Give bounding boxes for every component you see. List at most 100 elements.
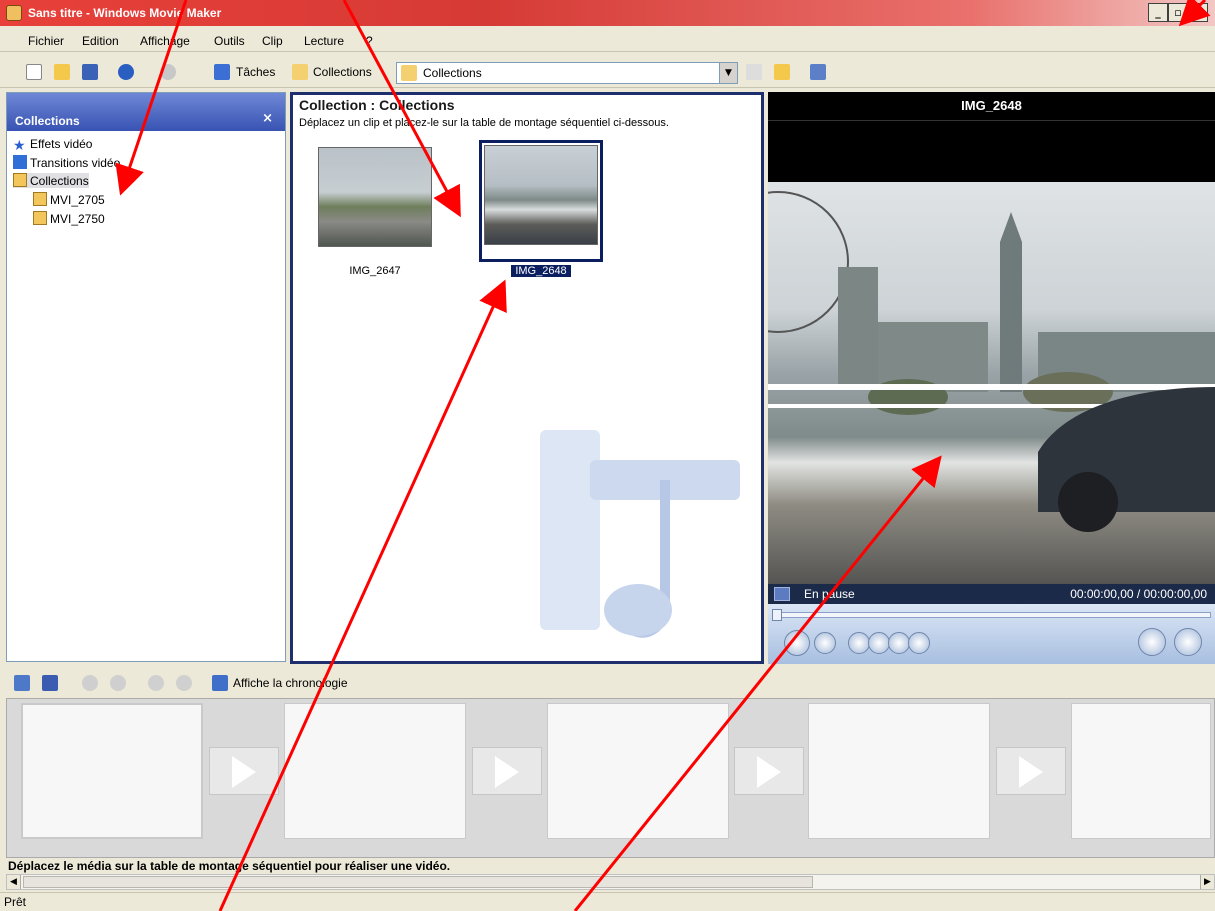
menu-clip[interactable]: Clip xyxy=(262,34,283,48)
transition-slot[interactable] xyxy=(209,747,279,795)
menu-lecture[interactable]: Lecture xyxy=(304,34,344,48)
seek-handle[interactable] xyxy=(772,609,782,621)
storyboard-slot[interactable] xyxy=(284,703,466,839)
scroll-left-icon[interactable]: ◀ xyxy=(7,875,21,889)
title-bar[interactable]: Sans titre - Windows Movie Maker _ ▫ × xyxy=(0,0,1215,26)
up-level-icon[interactable] xyxy=(746,64,762,80)
tree-item-mvi-2750[interactable]: MVI_2750 xyxy=(33,211,105,226)
menu-help[interactable]: ? xyxy=(366,34,373,48)
save-icon[interactable] xyxy=(82,64,98,80)
collections-panel: Collections × ★ Effets vidéo Transitions … xyxy=(6,92,286,662)
close-button[interactable]: × xyxy=(1188,3,1208,22)
rewind-storyboard-icon[interactable] xyxy=(148,675,164,691)
split-screen-icon[interactable] xyxy=(774,587,790,601)
scroll-thumb[interactable] xyxy=(23,876,813,888)
collections-panel-header: Collections × xyxy=(7,93,285,131)
collection-icon xyxy=(13,173,27,187)
collections-combo[interactable]: Collections ▼ xyxy=(396,62,738,84)
star-icon: ★ xyxy=(13,137,26,153)
menu-outils[interactable]: Outils xyxy=(214,34,245,48)
clip-label-selected: IMG_2648 xyxy=(511,265,571,277)
menu-fichier[interactable]: Fichier xyxy=(28,34,64,48)
rewind-icon[interactable] xyxy=(868,632,890,654)
restore-button[interactable]: ▫ xyxy=(1168,3,1188,22)
playback-controls xyxy=(768,604,1215,664)
window-title: Sans titre - Windows Movie Maker xyxy=(28,6,222,20)
playback-time: 00:00:00,00 / 00:00:00,00 xyxy=(1070,587,1207,601)
menu-edition[interactable]: Edition xyxy=(82,34,119,48)
tree-item-label: Transitions vidéo xyxy=(30,156,121,170)
preview-title: IMG_2648 xyxy=(961,98,1022,113)
clip-label: IMG_2647 xyxy=(349,265,401,277)
status-bar: Prêt xyxy=(0,892,1215,911)
fast-forward-icon[interactable] xyxy=(888,632,910,654)
tree-item-label: Collections xyxy=(30,174,89,188)
collections-folder-icon[interactable] xyxy=(292,64,308,80)
tasks-button[interactable]: Tâches xyxy=(236,65,275,79)
collection-hint: Déplacez un clip et placez-le sur la tab… xyxy=(299,117,669,129)
next-frame-icon[interactable] xyxy=(908,632,930,654)
collections-panel-title: Collections xyxy=(15,114,80,128)
tree-item-label: Effets vidéo xyxy=(30,137,93,151)
redo-icon[interactable] xyxy=(160,64,176,80)
minimize-button[interactable]: _ xyxy=(1148,3,1168,22)
tree-item-collections[interactable]: Collections xyxy=(13,173,89,188)
stop-icon[interactable] xyxy=(814,632,836,654)
menu-bar: Fichier Edition Affichage Outils Clip Le… xyxy=(0,30,1215,52)
collection-icon xyxy=(33,211,47,225)
storyboard-slot[interactable] xyxy=(808,703,990,839)
collections-combo-value: Collections xyxy=(423,66,482,80)
menu-affichage[interactable]: Affichage xyxy=(140,34,190,48)
show-timeline-button[interactable]: Affiche la chronologie xyxy=(233,676,348,690)
transition-slot[interactable] xyxy=(472,747,542,795)
open-folder-icon[interactable] xyxy=(54,64,70,80)
storyboard-slot[interactable] xyxy=(21,703,203,839)
tree-item-mvi-2705[interactable]: MVI_2705 xyxy=(33,192,105,207)
views-icon[interactable] xyxy=(810,64,826,80)
timeline-icon[interactable] xyxy=(212,675,228,691)
tree-item-transitions-video[interactable]: Transitions vidéo xyxy=(13,155,120,170)
transition-slot[interactable] xyxy=(996,747,1066,795)
chevron-down-icon[interactable]: ▼ xyxy=(719,63,737,83)
clip-thumbnail-img-2648[interactable] xyxy=(484,145,598,245)
preview-status-bar: En pause 00:00:00,00 / 00:00:00,00 xyxy=(768,584,1215,604)
preview-monitor: IMG_2648 En pause 00:00:00,00 / 00:00:00… xyxy=(768,92,1215,664)
horizontal-scrollbar[interactable]: ◀ ▶ xyxy=(6,874,1215,890)
film-music-watermark-icon xyxy=(540,430,740,638)
snapshot-icon[interactable] xyxy=(1174,628,1202,656)
zoom-out-icon[interactable] xyxy=(110,675,126,691)
tree-item-label: MVI_2750 xyxy=(50,212,105,226)
collections-button[interactable]: Collections xyxy=(313,65,372,79)
new-file-icon[interactable] xyxy=(26,64,42,80)
preview-video-frame xyxy=(768,182,1215,607)
storyboard[interactable] xyxy=(6,698,1215,858)
seek-bar[interactable] xyxy=(772,612,1211,618)
narration-icon[interactable] xyxy=(42,675,58,691)
transition-icon xyxy=(13,155,27,169)
new-collection-icon[interactable] xyxy=(774,64,790,80)
tree-item-label: MVI_2705 xyxy=(50,193,105,207)
collection-icon xyxy=(33,192,47,206)
tree-item-effets-video[interactable]: ★ Effets vidéo xyxy=(13,137,92,152)
status-text: Prêt xyxy=(4,895,27,909)
scroll-right-icon[interactable]: ▶ xyxy=(1200,875,1214,889)
storyboard-message: Déplacez le média sur la table de montag… xyxy=(8,859,451,873)
previous-frame-icon[interactable] xyxy=(848,632,870,654)
split-clip-icon[interactable] xyxy=(1138,628,1166,656)
collection-icon xyxy=(401,65,417,81)
movie-maker-icon xyxy=(6,5,22,21)
playback-status: En pause xyxy=(804,587,855,601)
tasks-icon[interactable] xyxy=(214,64,230,80)
collection-title: Collection : Collections xyxy=(299,97,455,113)
storyboard-slot[interactable] xyxy=(1071,703,1211,839)
storyboard-toolbar: Affiche la chronologie xyxy=(0,668,1215,698)
zoom-in-icon[interactable] xyxy=(82,675,98,691)
play-icon[interactable] xyxy=(784,630,810,656)
undo-icon[interactable] xyxy=(118,64,134,80)
close-icon[interactable]: × xyxy=(262,111,273,126)
clip-thumbnail-img-2647[interactable] xyxy=(318,147,432,247)
timeline-up-icon[interactable] xyxy=(14,675,30,691)
play-storyboard-icon[interactable] xyxy=(176,675,192,691)
transition-slot[interactable] xyxy=(734,747,804,795)
storyboard-slot[interactable] xyxy=(547,703,729,839)
